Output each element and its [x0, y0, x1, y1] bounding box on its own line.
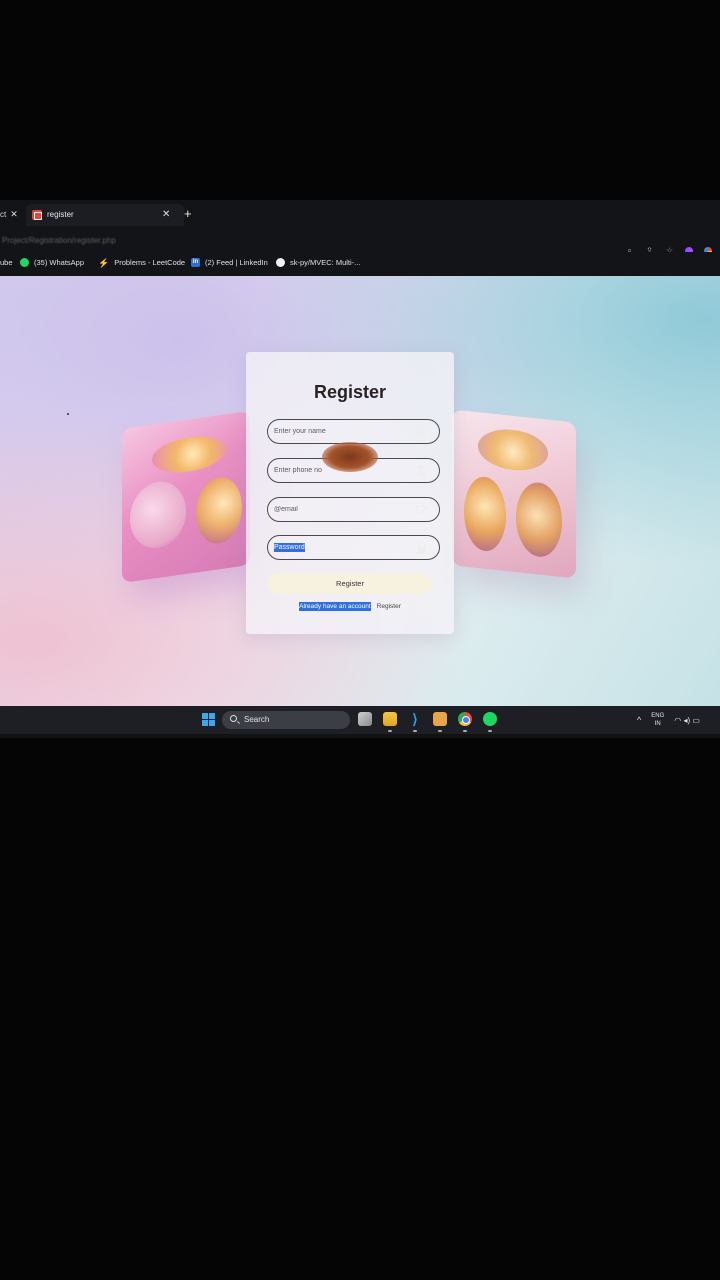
- vscode-icon[interactable]: ⟩: [408, 712, 422, 732]
- tab-register[interactable]: register ✕: [26, 204, 184, 226]
- system-tray: ^ ENG IN ◠ ◂) ▭: [637, 712, 700, 728]
- page-title: Register: [313, 382, 387, 402]
- name-field[interactable]: [267, 419, 440, 444]
- tab-strip: ct ✕ register ✕ +: [0, 200, 720, 230]
- task-view-icon[interactable]: [358, 712, 372, 726]
- login-prompt: Already have an account Register: [246, 602, 454, 611]
- close-icon[interactable]: ✕: [162, 209, 170, 220]
- taskbar-search[interactable]: Search: [222, 711, 350, 729]
- email-input[interactable]: [274, 498, 414, 521]
- app-icon[interactable]: [433, 712, 447, 732]
- tab-previous-label: ct: [0, 210, 7, 219]
- search-icon: [230, 715, 237, 722]
- bookmark-whatsapp[interactable]: (35) WhatsApp: [20, 258, 84, 267]
- chevron-up-icon[interactable]: ^: [637, 715, 641, 725]
- linkedin-icon: in: [191, 258, 200, 267]
- bookmark-github[interactable]: sk-py/MVEC: Multi-...: [276, 258, 360, 267]
- cube-hole: [152, 432, 226, 477]
- already-account-text: Already have an account: [299, 602, 371, 611]
- bookmark-label: (2) Feed | LinkedIn: [205, 258, 268, 267]
- email-field[interactable]: [267, 497, 440, 522]
- tab-title: register: [47, 210, 74, 219]
- dust-speck: [67, 413, 69, 415]
- leetcode-icon: ⚡: [98, 258, 110, 268]
- address-bar[interactable]: Project/Registration/register.php ⌕ ⇪ ☆: [0, 230, 720, 255]
- chrome-icon[interactable]: [458, 712, 472, 732]
- search-label: Search: [244, 715, 270, 724]
- bookmark-youtube[interactable]: ube: [0, 258, 13, 267]
- new-tab-button[interactable]: +: [184, 207, 192, 220]
- bookmark-label: ube: [0, 258, 13, 267]
- close-icon[interactable]: ✕: [10, 209, 18, 219]
- monitor-screen: ct ✕ register ✕ + Project/Registration/re…: [0, 200, 720, 738]
- language-code: ENG: [651, 713, 665, 719]
- password-field[interactable]: Password: [267, 535, 440, 560]
- decorative-cube-left: [122, 411, 250, 583]
- register-card: Register Password Register Already hav: [246, 352, 454, 634]
- url-text[interactable]: Project/Registration/register.php: [2, 236, 116, 245]
- decorative-cube-right: [452, 409, 576, 579]
- bookmark-label: sk-py/MVEC: Multi-...: [290, 258, 361, 267]
- windows-start-icon[interactable]: [202, 713, 215, 726]
- register-link[interactable]: Register: [377, 603, 401, 610]
- wifi-volume-battery-icon[interactable]: ◠ ◂) ▭: [674, 716, 700, 725]
- page-viewport: Register Password Register Already hav: [0, 276, 720, 706]
- mail-icon: [416, 506, 427, 514]
- register-button[interactable]: Register: [268, 573, 432, 594]
- whatsapp-icon: [20, 258, 29, 267]
- bookmark-linkedin[interactable]: in (2) Feed | LinkedIn: [191, 258, 268, 267]
- user-icon: [416, 465, 427, 476]
- bookmark-label: (35) WhatsApp: [34, 258, 85, 267]
- bookmark-label: Problems - LeetCode: [114, 258, 186, 267]
- password-placeholder-selected[interactable]: Password: [274, 543, 305, 552]
- cube-hole: [464, 474, 506, 554]
- bookmarks-bar: ube (35) WhatsApp ⚡ Problems - LeetCode …: [0, 252, 720, 276]
- cube-hole: [196, 474, 242, 547]
- file-explorer-icon[interactable]: [383, 712, 397, 732]
- github-icon: [276, 258, 285, 267]
- name-input[interactable]: [274, 420, 414, 443]
- photo-glare-smudge: [322, 442, 378, 472]
- spotify-icon[interactable]: [483, 712, 497, 732]
- cube-hole: [478, 426, 548, 474]
- cube-hole: [516, 480, 562, 560]
- tab-previous[interactable]: ct ✕: [0, 209, 18, 220]
- language-indicator[interactable]: ENG IN: [651, 712, 664, 728]
- cube-hole: [130, 478, 186, 552]
- user-icon: [416, 426, 427, 437]
- region-code: IN: [654, 721, 661, 727]
- taskbar: Search ⟩ ^ ENG IN ◠ ◂) ▭: [0, 706, 720, 734]
- lock-icon: [416, 542, 427, 554]
- favicon-icon: [32, 210, 42, 220]
- bookmark-leetcode[interactable]: ⚡ Problems - LeetCode: [98, 258, 186, 268]
